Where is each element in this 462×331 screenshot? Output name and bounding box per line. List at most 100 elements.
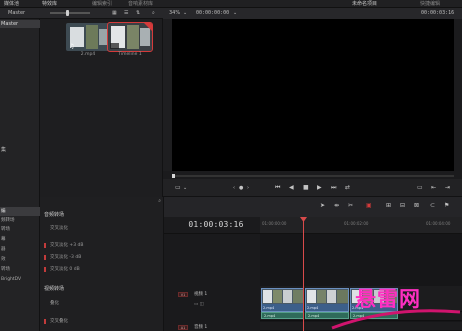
timeline-thumbnail[interactable] (107, 22, 153, 52)
fx-tree-item[interactable]: 转场 (0, 265, 40, 274)
source-timecode: 00:00:00:00 (196, 10, 230, 16)
transition-item[interactable]: 交叉淡化 +3 dB (44, 241, 160, 250)
watermark-swoosh (331, 309, 461, 330)
fx-tree-item[interactable]: 幕 (0, 235, 40, 244)
video-track-badge[interactable]: V1 (178, 292, 188, 297)
clip-name: 2.mp4 (264, 314, 276, 318)
edit-index-tab[interactable]: 编辑索引 (92, 0, 112, 8)
top-menu-bar: 媒体池 特效库 编辑索引 音响素材库 未命名项目 快捷编辑 (0, 0, 462, 8)
fx-tree-item[interactable]: 效 (0, 255, 40, 264)
ruler-tick-label: 01:00:02:00 (344, 221, 369, 226)
viewer-scrub-bar[interactable] (172, 174, 454, 178)
transition-label: 交叉淡化 +3 dB (50, 243, 84, 248)
go-to-start-icon[interactable]: ⏮ (275, 184, 280, 192)
play-icon[interactable]: ▶ (317, 184, 322, 192)
zoom-level[interactable]: 34% (169, 9, 180, 18)
clip-thumbnail-image: ♫ (66, 23, 110, 51)
quick-edit-tab[interactable]: 快捷编辑 (420, 0, 440, 8)
media-pool-tab[interactable]: 媒体池 (4, 0, 19, 8)
clip-frames (262, 289, 303, 304)
clip-name: 2.mp4 (263, 306, 275, 310)
search-icon[interactable]: ⌕ (158, 198, 161, 204)
transition-label: 叠化 (50, 301, 59, 306)
transition-item[interactable]: 交叉叠化 (44, 317, 160, 326)
transition-label: 交叉叠化 (50, 319, 68, 324)
transition-label: 交叉淡化 (50, 226, 68, 231)
timeline-thumbnail-image (108, 23, 152, 51)
transition-item[interactable]: 交叉淡化 (44, 224, 160, 233)
clip-thumbnail[interactable]: ♫ (66, 23, 110, 51)
playhead-marker-icon[interactable] (300, 217, 307, 222)
viewer-header: 34% ⌄ 00:00:00:00 ⌄ 00:00:03:16 (163, 8, 462, 19)
effects-list: ⌕ 音频转场 交叉淡化 交叉淡化 +3 dB 交叉淡化 -3 dB 交叉淡化 0… (40, 197, 164, 331)
jog-dot-icon[interactable]: ● (239, 184, 243, 192)
sort-icon[interactable]: ⇅ (136, 9, 140, 18)
video-track-name: 视频 1 (194, 292, 208, 297)
video-track-lock-icon[interactable]: ▭ ◫ (194, 302, 204, 307)
link-icon[interactable]: ⊂ (430, 202, 435, 210)
viewer-gutter (163, 19, 172, 171)
fx-tree-item[interactable]: 转场 (0, 225, 40, 234)
fx-tree-item[interactable]: 编 (0, 207, 40, 216)
program-timecode: 00:00:03:16 (421, 10, 455, 16)
search-icon[interactable]: ⌕ (152, 9, 155, 18)
fx-tree-item[interactable]: BrightDV (0, 275, 40, 284)
audio-clip[interactable]: 2.mp4 (261, 312, 304, 319)
transition-marker (44, 243, 46, 248)
flag-icon[interactable]: ⚑ (444, 202, 449, 210)
audio-track-badge[interactable]: A1 (178, 325, 188, 330)
match-frame-icon[interactable]: ▭ (417, 184, 423, 192)
clip-name: 2.mp4 (308, 314, 320, 318)
bin-master[interactable]: Master (0, 20, 40, 28)
selection-tool-icon[interactable]: ➤ (320, 202, 325, 210)
transition-item[interactable]: 叠化 (44, 299, 160, 308)
overwrite-clip-icon[interactable]: ⊟ (400, 202, 405, 210)
audio-track-name: 音频 1 (194, 325, 208, 330)
transport-controls: ▭ ⌄ ‹ ● › ⏮ ◀ ■ ▶ ⏭ ⇄ ▭ ⇤ ⇥ (163, 179, 462, 197)
transition-label: 交叉淡化 0 dB (50, 267, 80, 272)
thumb-size-slider[interactable] (50, 12, 90, 14)
effects-library-tab[interactable]: 特效库 (42, 0, 57, 8)
chevron-down-icon[interactable]: ⌄ (183, 184, 187, 192)
video-clip[interactable]: 2.mp4 (261, 288, 304, 312)
list-view-icon[interactable]: ☰ (124, 9, 128, 18)
jog-left-icon[interactable]: ‹ (233, 184, 235, 192)
ruler-tick-label: 01:00:00:00 (262, 221, 287, 226)
thumb-size-knob[interactable] (66, 10, 69, 16)
insert-clip-icon[interactable]: ⊞ (386, 202, 391, 210)
fx-tree-item[interactable]: 器 (0, 245, 40, 254)
mark-out-icon[interactable]: ⇥ (445, 184, 450, 192)
svg-text:♫: ♫ (69, 43, 74, 50)
sound-library-tab[interactable]: 音响素材库 (128, 0, 153, 8)
playhead-line[interactable] (303, 217, 304, 331)
loop-icon[interactable]: ⇄ (345, 184, 350, 192)
transition-label: 交叉淡化 -3 dB (50, 255, 82, 260)
zoom-chevron-icon[interactable]: ⌄ (183, 9, 187, 18)
trim-tool-icon[interactable]: ⇹ (334, 202, 339, 210)
snapping-icon[interactable]: ▣ (366, 202, 372, 210)
grid-view-icon[interactable]: ▦ (112, 9, 117, 18)
scrub-handle[interactable] (172, 174, 175, 178)
track-headers: V1 视频 1 ▭ ◫ A1 音频 1 (164, 234, 260, 331)
timeline-label: Timeline 1 (118, 52, 142, 57)
fx-tree-item[interactable]: 频转场 (0, 216, 40, 225)
jog-right-icon[interactable]: › (247, 184, 249, 192)
ruler-tick-label: 01:00:04:00 (426, 221, 451, 226)
smart-bins-label: 集 (1, 147, 7, 153)
monitor-icon[interactable]: ▭ (175, 184, 181, 192)
project-name: 未命名项目 (352, 1, 378, 7)
effects-tree: 编 频转场 转场 幕 器 效 转场 BrightDV (0, 197, 40, 331)
replace-clip-icon[interactable]: ⊠ (414, 202, 419, 210)
timeline-viewer[interactable] (172, 19, 454, 171)
timeline-ruler[interactable]: 01:00:00:00 01:00:02:00 01:00:04:00 (260, 217, 462, 234)
go-to-end-icon[interactable]: ⏭ (331, 184, 336, 192)
blade-tool-icon[interactable]: ✂ (348, 202, 353, 210)
mark-in-icon[interactable]: ⇤ (431, 184, 436, 192)
play-reverse-icon[interactable]: ◀ (289, 184, 294, 192)
bin-list: Master 集 (0, 19, 40, 197)
stop-icon[interactable]: ■ (303, 184, 309, 192)
transition-item[interactable]: 交叉淡化 -3 dB (44, 253, 160, 262)
transition-item[interactable]: 交叉淡化 0 dB (44, 265, 160, 274)
chevron-icon[interactable]: ⌄ (233, 9, 237, 18)
audio-transitions-title: 音频转场 (44, 212, 65, 218)
